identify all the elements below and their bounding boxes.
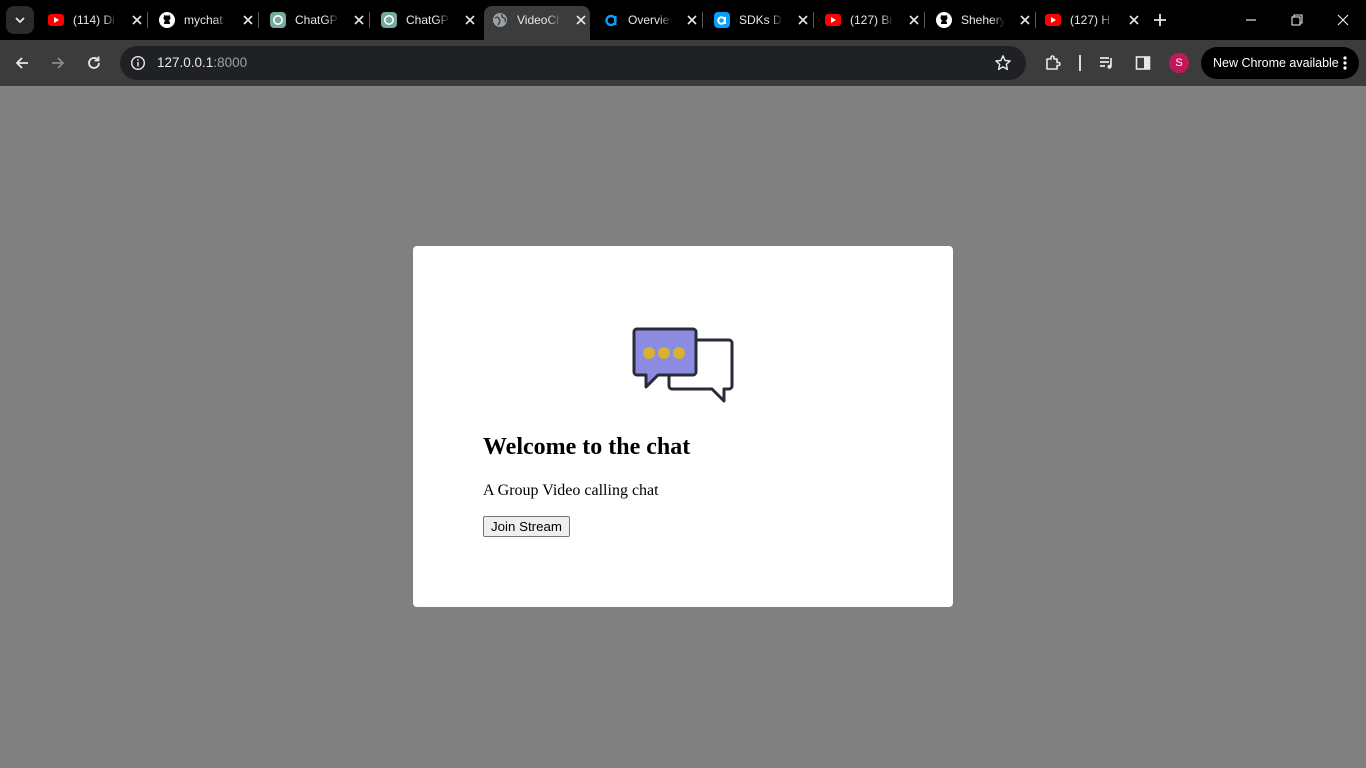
tab-videochat-active[interactable]: VideoChat [492, 8, 589, 32]
tab-youtube-3[interactable]: (127) H [1045, 8, 1142, 32]
reload-button[interactable] [84, 53, 104, 73]
playlist-icon [1100, 57, 1112, 69]
url-text: 127.0.0.1:8000 [157, 55, 247, 70]
close-icon[interactable] [462, 12, 478, 28]
tab-separator [1035, 12, 1036, 28]
arrow-right-icon [52, 57, 65, 69]
tab-separator [258, 12, 259, 28]
tab-title: ChatGPT [295, 13, 339, 27]
chatgpt-icon [270, 12, 286, 28]
tab-title: Sheheryar [961, 13, 1005, 27]
side-panel-button[interactable] [1133, 53, 1153, 73]
close-icon[interactable] [573, 12, 589, 28]
tab-strip: (114) Di mychat ChatGPT ChatGPT VideoCha… [0, 0, 1366, 40]
close-icon[interactable] [1126, 12, 1142, 28]
tab-github-mychat[interactable]: mychat [159, 8, 256, 32]
url-port: :8000 [213, 55, 248, 70]
github-icon [936, 12, 952, 28]
arrow-left-icon [15, 57, 28, 69]
agora-icon [714, 12, 730, 28]
tab-title: VideoChat [517, 13, 561, 27]
forward-button[interactable] [48, 53, 68, 73]
tab-title: (127) H [1070, 13, 1111, 27]
browser-toolbar: 127.0.0.1:8000 S New Chrome available [0, 40, 1366, 86]
tab-youtube-1[interactable]: (114) Di [48, 8, 145, 32]
chrome-update-button[interactable]: New Chrome available [1201, 47, 1359, 79]
chatgpt-icon [381, 12, 397, 28]
restore-button[interactable] [1289, 12, 1305, 28]
new-tab-button[interactable] [1152, 12, 1168, 28]
bookmark-star-icon[interactable] [994, 54, 1012, 72]
close-icon[interactable] [1017, 12, 1033, 28]
tab-title: SDKs D [739, 13, 782, 27]
address-bar[interactable]: 127.0.0.1:8000 [120, 46, 1026, 80]
join-stream-button[interactable]: Join Stream [483, 516, 570, 537]
close-window-button[interactable] [1335, 12, 1351, 28]
tab-separator [147, 12, 148, 28]
profile-avatar[interactable]: S [1169, 53, 1189, 73]
tab-separator [369, 12, 370, 28]
tab-chatgpt-2[interactable]: ChatGPT [381, 8, 478, 32]
tab-search-button[interactable] [6, 6, 34, 34]
tab-title: (114) Di [73, 13, 115, 27]
plus-icon [1154, 14, 1166, 26]
media-controls-button[interactable] [1097, 53, 1117, 73]
tab-github-sheheryar[interactable]: Sheheryar [936, 8, 1033, 32]
puzzle-icon [1046, 55, 1061, 70]
close-icon[interactable] [684, 12, 700, 28]
close-icon[interactable] [240, 12, 256, 28]
youtube-icon [48, 12, 64, 28]
update-label: New Chrome available [1213, 56, 1339, 70]
back-button[interactable] [12, 53, 32, 73]
youtube-icon [825, 12, 841, 28]
close-icon[interactable] [906, 12, 922, 28]
globe-icon [492, 12, 508, 28]
tab-title: ChatGPT [406, 13, 450, 27]
tab-chatgpt-1[interactable]: ChatGPT [270, 8, 367, 32]
close-icon[interactable] [351, 12, 367, 28]
tab-separator [924, 12, 925, 28]
info-icon[interactable] [130, 55, 146, 71]
tab-title: mychat [184, 13, 223, 27]
chevron-down-icon [15, 17, 25, 24]
toolbar-divider [1079, 55, 1081, 71]
tab-separator [813, 12, 814, 28]
tab-title: (127) Bi [850, 13, 893, 27]
close-icon [1337, 14, 1349, 26]
url-host: 127.0.0.1 [157, 55, 214, 70]
tab-youtube-2[interactable]: (127) Bi [825, 8, 922, 32]
side-panel-icon [1135, 56, 1151, 70]
close-icon[interactable] [129, 12, 145, 28]
github-icon [159, 12, 175, 28]
restore-icon [1291, 14, 1303, 26]
minimize-icon [1246, 19, 1256, 21]
tab-separator [702, 12, 703, 28]
kebab-menu-icon [1343, 56, 1347, 70]
minimize-button[interactable] [1243, 12, 1259, 28]
close-icon[interactable] [795, 12, 811, 28]
extensions-button[interactable] [1043, 53, 1063, 73]
agora-icon [603, 12, 619, 28]
tab-agora-overview[interactable]: Overview [603, 8, 700, 32]
tab-agora-sdks[interactable]: SDKs D [714, 8, 811, 32]
reload-icon [88, 56, 100, 69]
youtube-icon [1045, 12, 1061, 28]
page-title: Welcome to the chat [483, 434, 691, 460]
welcome-card: Welcome to the chat A Group Video callin… [413, 246, 953, 607]
tab-title: Overview [628, 13, 672, 27]
page-subtitle: A Group Video calling chat [483, 482, 659, 499]
chat-bubbles-icon [632, 327, 734, 403]
